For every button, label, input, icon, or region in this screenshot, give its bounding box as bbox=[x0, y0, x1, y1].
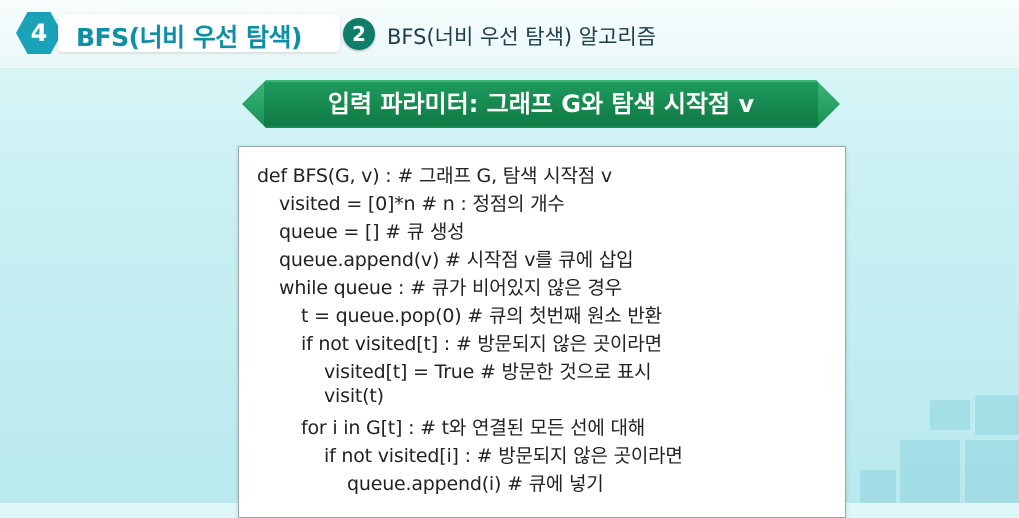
code-line: while queue : # 큐가 비어있지 않은 경우 bbox=[279, 277, 622, 299]
code-line: if not visited[t] : # 방문되지 않은 곳이라면 bbox=[301, 333, 662, 355]
code-line: queue.append(v) # 시작점 v를 큐에 삽입 bbox=[279, 249, 634, 271]
decorative-block bbox=[965, 440, 1019, 503]
sub-title: BFS(너비 우선 탐색) 알고리즘 bbox=[387, 25, 657, 49]
parameter-banner-title: 입력 파라미터: 그래프 G와 탐색 시작점 v bbox=[327, 90, 755, 118]
code-line: for i in G[t] : # t와 연결된 모든 선에 대해 bbox=[301, 417, 646, 439]
code-line: visited[t] = True # 방문한 것으로 표시 bbox=[324, 361, 652, 383]
code-line: def BFS(G, v) : # 그래프 G, 탐색 시작점 v bbox=[257, 165, 612, 187]
decorative-block bbox=[860, 470, 896, 503]
code-line: queue = [] # 큐 생성 bbox=[279, 221, 465, 243]
decorative-block bbox=[975, 395, 1019, 435]
code-line: visited = [0]*n # n : 정점의 개수 bbox=[279, 193, 565, 215]
decorative-block bbox=[930, 400, 970, 430]
code-block: def BFS(G, v) : # 그래프 G, 탐색 시작점 v visite… bbox=[238, 146, 846, 518]
section-number: 4 bbox=[30, 19, 48, 47]
code-line: t = queue.pop(0) # 큐의 첫번째 원소 반환 bbox=[301, 305, 662, 327]
sub-number-badge: 2 bbox=[343, 18, 375, 50]
code-line: if not visited[i] : # 방문되지 않은 곳이라면 bbox=[324, 445, 683, 467]
decorative-block bbox=[900, 440, 960, 503]
code-line: visit(t) bbox=[324, 385, 384, 407]
section-title: BFS(너비 우선 탐색) bbox=[76, 23, 302, 52]
code-line: queue.append(i) # 큐에 넣기 bbox=[347, 473, 604, 495]
